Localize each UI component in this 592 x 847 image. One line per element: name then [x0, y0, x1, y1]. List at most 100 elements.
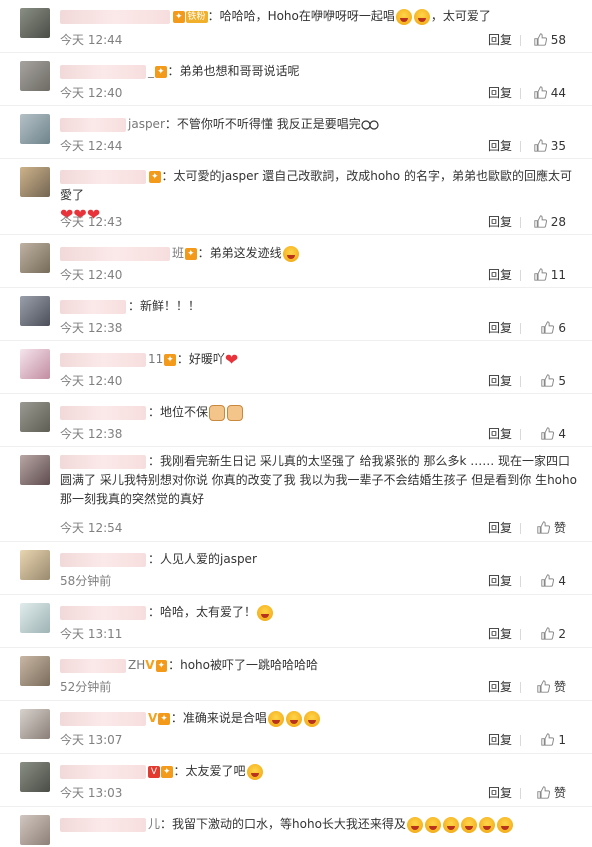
- laugh-emoji-icon: [282, 245, 299, 262]
- like-button[interactable]: 35: [534, 137, 566, 155]
- comment-text-extra: ，太可爱了: [430, 9, 491, 23]
- username[interactable]: [60, 117, 126, 132]
- comment-time: 今天 12:40: [60, 374, 123, 388]
- comment-item: ：我刚看完新生日记 采儿真的太坚强了 给我紧张的 那么多k …… 现在一家四口圆…: [0, 447, 592, 542]
- username[interactable]: [60, 605, 146, 620]
- comment-text: ：hoho被吓了一跳哈哈哈哈: [168, 658, 318, 672]
- comment-text: ：哈哈，太有爱了！: [148, 605, 257, 619]
- reply-button[interactable]: 回复: [488, 266, 512, 284]
- like-count: 5: [558, 374, 566, 388]
- like-label: 赞: [553, 786, 566, 800]
- like-count: 58: [550, 33, 566, 47]
- laugh-emoji-icon: [406, 816, 423, 833]
- like-button[interactable]: 11: [534, 266, 566, 284]
- comment-text: ：人见人爱的jasper: [148, 552, 257, 566]
- username[interactable]: [60, 764, 146, 779]
- avatar[interactable]: [20, 402, 50, 432]
- verified-v-icon: V: [148, 711, 158, 725]
- username[interactable]: [60, 454, 146, 469]
- avatar[interactable]: [20, 114, 50, 144]
- like-button[interactable]: 赞: [537, 784, 566, 802]
- reply-button[interactable]: 回复: [488, 425, 512, 443]
- reply-button[interactable]: 回复: [488, 731, 512, 749]
- like-button[interactable]: 4: [541, 572, 566, 590]
- username[interactable]: [60, 352, 146, 367]
- divider: [520, 523, 521, 534]
- comment-time: 今天 12:43: [60, 215, 123, 229]
- avatar[interactable]: [20, 815, 50, 845]
- avatar[interactable]: [20, 762, 50, 792]
- comment-item: ✦ ：太可愛的jasper 還自己改歌詞，改成hoho 的名字，弟弟也歐歐的回應太…: [0, 159, 592, 235]
- like-count: 2: [558, 627, 566, 641]
- like-button[interactable]: 5: [541, 372, 566, 390]
- reply-button[interactable]: 回复: [488, 519, 512, 537]
- like-button[interactable]: 赞: [537, 678, 566, 696]
- like-button[interactable]: 6: [541, 319, 566, 337]
- reply-button[interactable]: 回复: [488, 319, 512, 337]
- vip-badge: ✦: [155, 65, 167, 78]
- username[interactable]: [60, 405, 146, 420]
- like-button[interactable]: 44: [534, 84, 566, 102]
- reply-button[interactable]: 回复: [488, 678, 512, 696]
- thumbs-up-icon: [534, 215, 547, 228]
- like-button[interactable]: 58: [534, 31, 566, 49]
- vip-badge: ✦: [161, 765, 173, 778]
- avatar[interactable]: [20, 8, 50, 38]
- reply-button[interactable]: 回复: [488, 372, 512, 390]
- comment-list: ✦ 铁粉 ：哈哈哈，Hoho在咿咿呀呀一起唱 ，太可爱了 今天 12:44 回复 58…: [0, 0, 592, 845]
- reply-button[interactable]: 回复: [488, 625, 512, 643]
- like-button[interactable]: 2: [541, 625, 566, 643]
- avatar[interactable]: [20, 603, 50, 633]
- laugh-emoji-icon: [413, 8, 430, 25]
- avatar[interactable]: [20, 349, 50, 379]
- reply-button[interactable]: 回复: [488, 572, 512, 590]
- avatar[interactable]: [20, 455, 50, 485]
- avatar[interactable]: [20, 296, 50, 326]
- username[interactable]: [60, 246, 170, 261]
- comment-text: ：弟弟这发迹线: [197, 246, 282, 260]
- divider: [520, 141, 521, 152]
- reply-button[interactable]: 回复: [488, 84, 512, 102]
- like-button[interactable]: 28: [534, 213, 566, 231]
- username-tail: jasper: [128, 117, 165, 131]
- comment-item: _ ✦ ：弟弟也想和哥哥说话呢 今天 12:40 回复 44: [0, 53, 592, 106]
- reply-button[interactable]: 回复: [488, 137, 512, 155]
- avatar[interactable]: [20, 550, 50, 580]
- username[interactable]: [60, 169, 146, 184]
- comment-time: 今天 12:38: [60, 427, 123, 441]
- reply-button[interactable]: 回复: [488, 31, 512, 49]
- thumbs-up-icon: [534, 33, 547, 46]
- reply-button[interactable]: 回复: [488, 213, 512, 231]
- like-button[interactable]: 1: [541, 731, 566, 749]
- username[interactable]: [60, 817, 146, 832]
- divider: [520, 323, 521, 334]
- username[interactable]: [60, 299, 126, 314]
- fans-badge: 铁粉: [185, 10, 208, 23]
- comment-item: 班 ✦ ：弟弟这发迹线 今天 12:40 回复 11: [0, 235, 592, 288]
- avatar[interactable]: [20, 61, 50, 91]
- username[interactable]: [60, 658, 126, 673]
- like-button[interactable]: 4: [541, 425, 566, 443]
- laugh-emoji-icon: [267, 710, 284, 727]
- avatar[interactable]: [20, 167, 50, 197]
- username[interactable]: [60, 711, 146, 726]
- username-tail: ZH: [128, 658, 146, 672]
- like-label: 赞: [553, 680, 566, 694]
- comment-item: 儿：我留下激动的口水，等hoho长大我还来得及: [0, 807, 592, 847]
- divider: [520, 217, 521, 228]
- username[interactable]: [60, 64, 146, 79]
- comment-time: 今天 12:54: [60, 521, 123, 535]
- username[interactable]: [60, 9, 170, 24]
- like-button[interactable]: 赞: [537, 519, 566, 537]
- reply-button[interactable]: 回复: [488, 784, 512, 802]
- comment-time: 今天 13:07: [60, 733, 123, 747]
- like-count: 35: [550, 139, 566, 153]
- laugh-emoji-icon: [257, 604, 274, 621]
- avatar[interactable]: [20, 709, 50, 739]
- cat-emoji-icon: [209, 404, 226, 421]
- like-count: 4: [558, 427, 566, 441]
- avatar[interactable]: [20, 656, 50, 686]
- avatar[interactable]: [20, 243, 50, 273]
- comment-time: 今天 12:40: [60, 86, 123, 100]
- username[interactable]: [60, 552, 146, 567]
